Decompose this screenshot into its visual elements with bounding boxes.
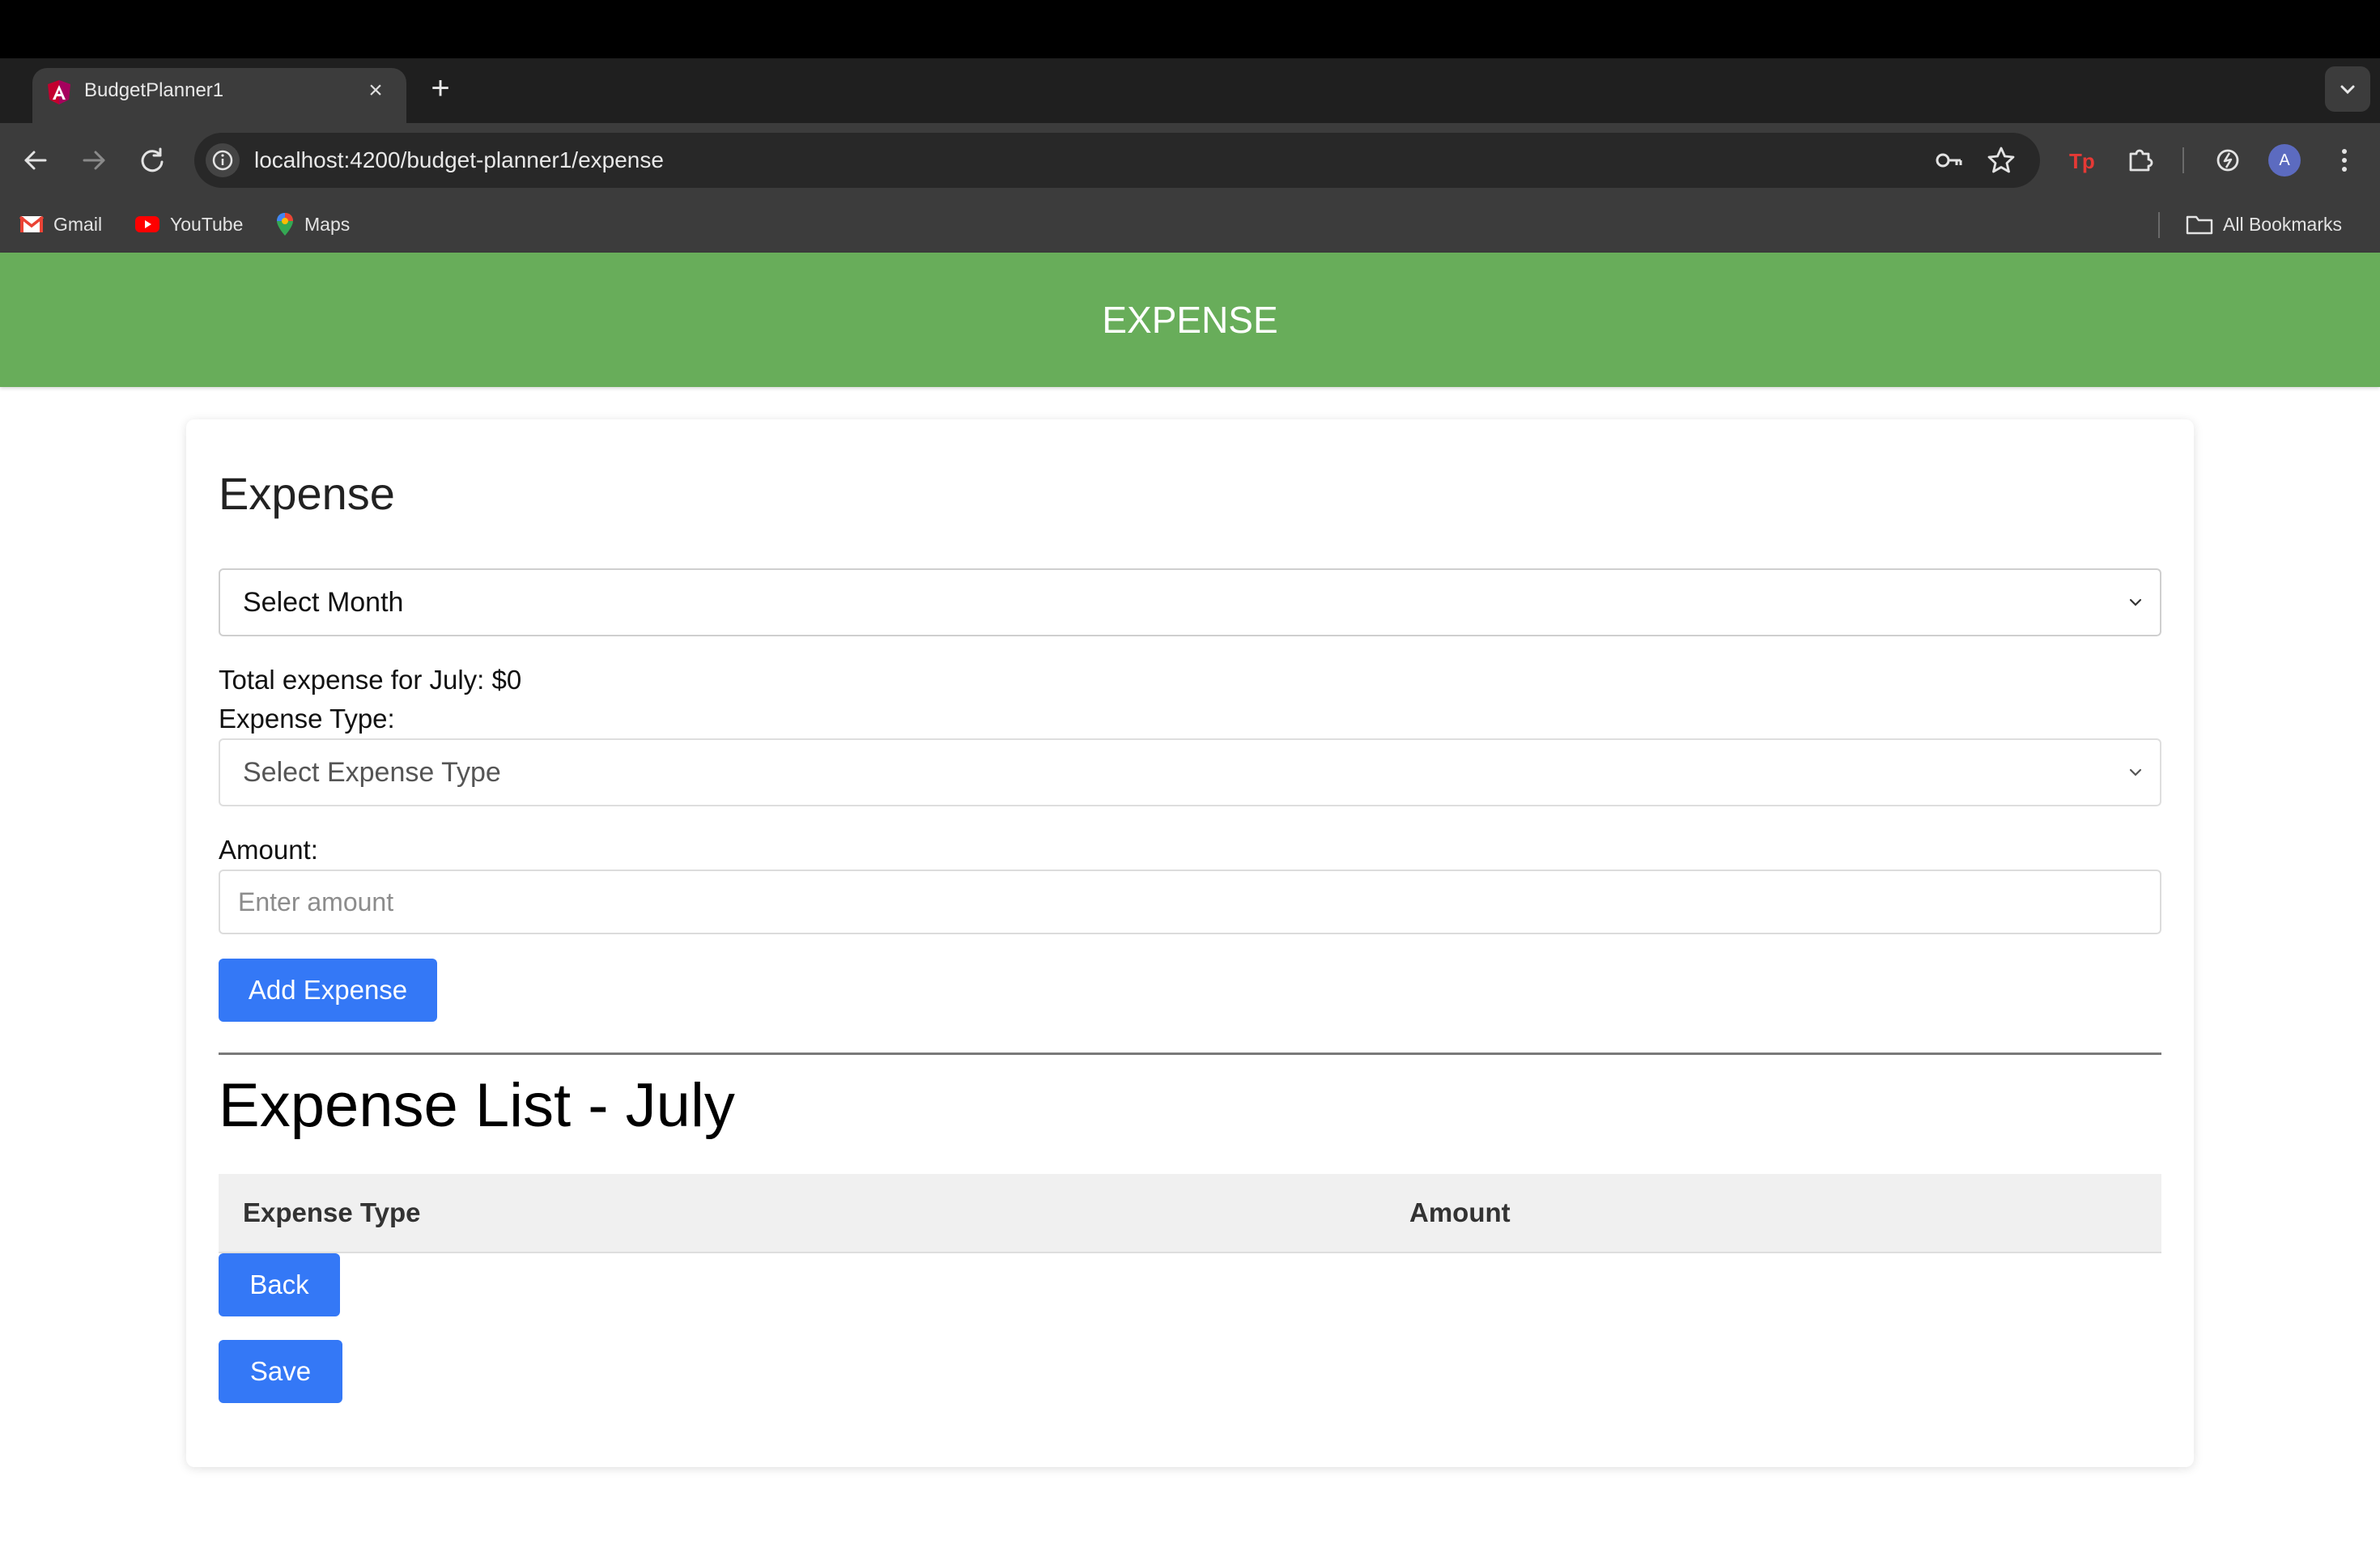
maps-icon xyxy=(277,213,293,236)
expense-type-label: Expense Type: xyxy=(219,704,395,734)
all-bookmarks[interactable]: All Bookmarks xyxy=(2186,211,2342,238)
reload-icon[interactable] xyxy=(131,139,173,181)
back-arrow-icon[interactable] xyxy=(15,139,57,181)
bookmark-gmail[interactable]: Gmail xyxy=(19,211,102,238)
svg-text:Tp: Tp xyxy=(2069,149,2095,173)
bookmarks-bar xyxy=(0,198,2380,253)
column-header-expense-type: Expense Type xyxy=(243,1197,421,1227)
close-icon[interactable]: × xyxy=(364,79,387,103)
expense-list-title: Expense List - July xyxy=(219,1071,735,1140)
puzzle-icon[interactable] xyxy=(2123,142,2158,178)
bookmark-label: YouTube xyxy=(170,213,244,235)
site-info-icon[interactable] xyxy=(206,143,240,177)
all-bookmarks-label: All Bookmarks xyxy=(2223,213,2342,235)
expense-type-select-value: Select Expense Type xyxy=(243,757,501,788)
back-button[interactable]: Back xyxy=(219,1253,340,1316)
month-select-value: Select Month xyxy=(243,587,404,618)
browser-tab[interactable]: BudgetPlanner1 × xyxy=(32,68,406,123)
month-select[interactable]: Select Month xyxy=(219,568,2161,636)
bookmark-label: Maps xyxy=(304,213,351,235)
bookmark-label: Gmail xyxy=(53,213,103,235)
profile-avatar[interactable]: A xyxy=(2268,144,2301,176)
column-header-amount: Amount xyxy=(1409,1197,1511,1227)
forward-arrow-icon[interactable] xyxy=(73,139,115,181)
expense-table-header: Expense Type Amount xyxy=(219,1174,2161,1253)
bookmark-maps[interactable]: Maps xyxy=(275,211,350,238)
angular-icon xyxy=(48,80,70,104)
amount-input[interactable]: Enter amount xyxy=(219,870,2161,934)
save-button[interactable]: Save xyxy=(219,1340,342,1403)
add-expense-button[interactable]: Add Expense xyxy=(219,959,437,1022)
tab-search-button[interactable] xyxy=(2325,66,2370,112)
expense-type-select[interactable]: Select Expense Type xyxy=(219,738,2161,806)
tab-title: BudgetPlanner1 xyxy=(84,79,224,101)
app-header: EXPENSE xyxy=(0,253,2380,387)
extension-tp-icon[interactable]: Tp xyxy=(2064,142,2100,178)
section-divider xyxy=(219,1053,2161,1055)
amount-label: Amount: xyxy=(219,835,318,865)
chevron-down-icon xyxy=(2340,85,2355,95)
youtube-icon xyxy=(135,216,159,232)
folder-icon xyxy=(2186,215,2213,235)
bookmarks-divider xyxy=(2158,212,2160,238)
toolbar-divider xyxy=(2182,147,2184,173)
os-top-bar xyxy=(0,0,2380,58)
page-title: Expense xyxy=(219,468,395,519)
chevron-down-icon xyxy=(2129,598,2142,606)
more-options-icon[interactable] xyxy=(2327,142,2362,178)
total-expense-text: Total expense for July: $0 xyxy=(219,665,522,695)
star-icon[interactable] xyxy=(1983,142,2019,178)
chevron-down-icon xyxy=(2129,768,2142,776)
amount-placeholder: Enter amount xyxy=(238,887,394,916)
new-tab-icon[interactable]: + xyxy=(426,72,455,104)
bookmark-youtube[interactable]: YouTube xyxy=(134,211,243,238)
url-text[interactable]: localhost:4200/budget-planner1/expense xyxy=(254,144,664,176)
performance-icon[interactable] xyxy=(2210,142,2246,178)
password-key-icon[interactable] xyxy=(1932,142,1967,178)
header-title: EXPENSE xyxy=(1102,299,1278,341)
gmail-icon xyxy=(19,215,44,232)
